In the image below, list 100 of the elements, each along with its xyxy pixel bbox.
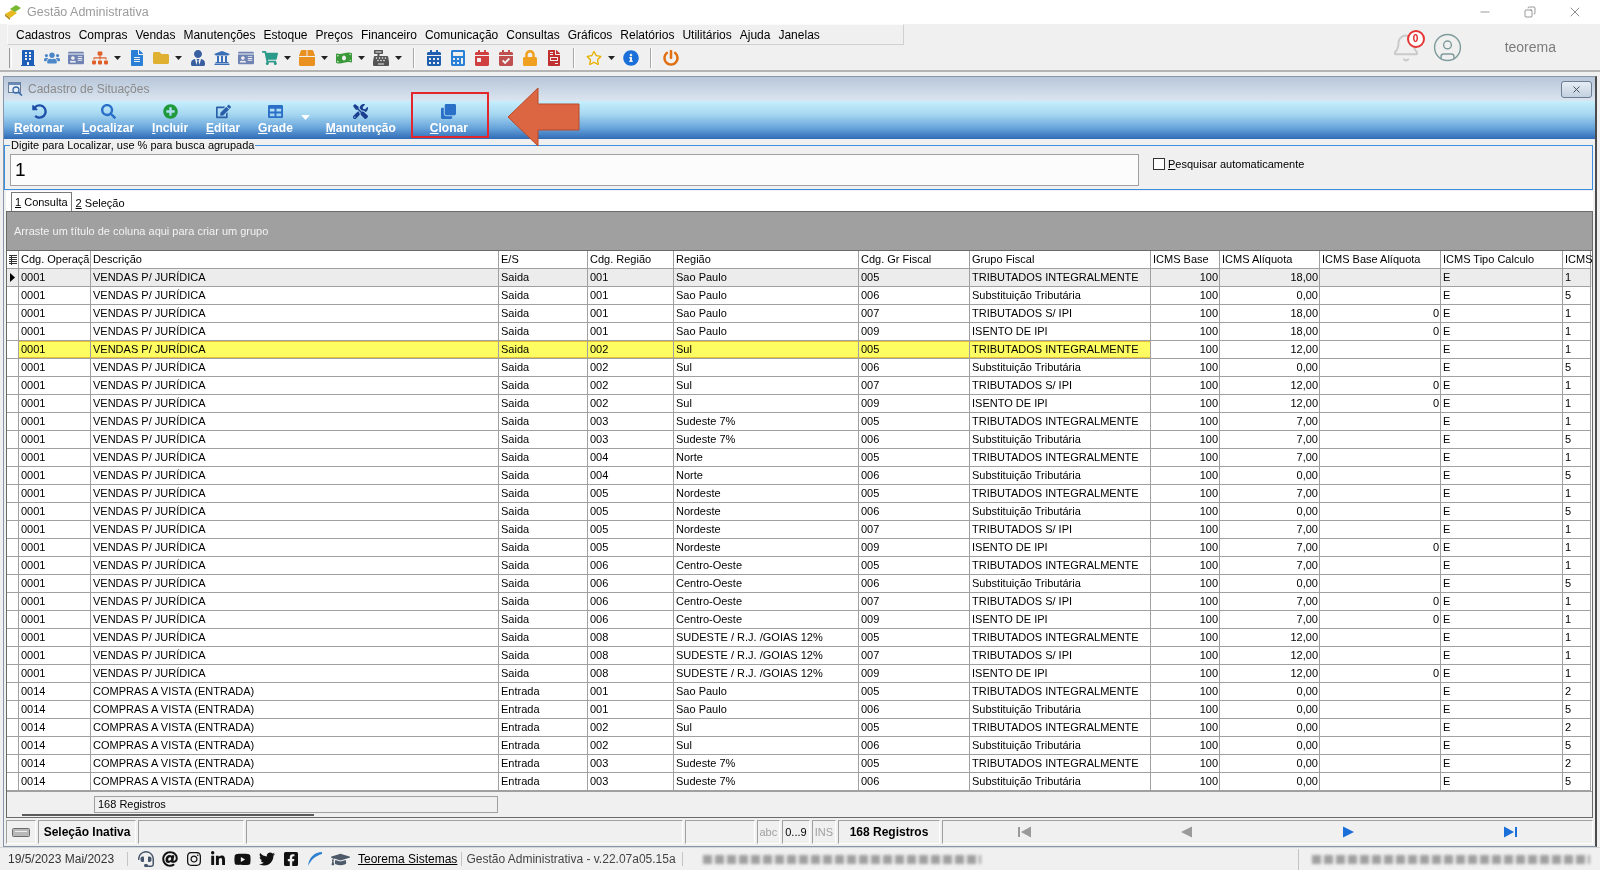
- close-button[interactable]: [1561, 80, 1592, 98]
- table-row[interactable]: 0001 VENDAS P/ JURÍDICA Saida 002 Sul 007 TRIBUTADOS S/ IPI 100 12,00 0 E 1: [7, 377, 1592, 395]
- table-row[interactable]: 0001 VENDAS P/ JURÍDICA Saida 006 Centro-Oeste 005 TRIBUTADOS INTEGRALMENTE 100 7,00 E 1: [7, 557, 1592, 575]
- menu-item[interactable]: Ajuda: [735, 25, 775, 44]
- money-icon[interactable]: [336, 49, 352, 66]
- facebook-icon[interactable]: [283, 851, 299, 867]
- table-row[interactable]: 0001 VENDAS P/ JURÍDICA Saida 006 Centro-Oeste 009 ISENTO DE IPI 100 7,00 0 E 1: [7, 611, 1592, 629]
- table-row[interactable]: 0001 VENDAS P/ JURÍDICA Saida 006 Centro-Oeste 006 Substituição Tributária 100 0,00 E 5: [7, 575, 1592, 593]
- caret-icon[interactable]: [395, 55, 402, 60]
- table-row[interactable]: 0014 COMPRAS A VISTA (ENTRADA) Entrada 001 Sao Paulo 006 Substituição Tributária 100 0,00 E 5: [7, 701, 1592, 719]
- twitter-icon[interactable]: [259, 851, 275, 867]
- calendar-check-icon[interactable]: [498, 49, 514, 66]
- info-icon[interactable]: [623, 49, 639, 66]
- menu-item[interactable]: Manutenções: [179, 25, 260, 44]
- document-icon[interactable]: [546, 49, 562, 66]
- linkedin-icon[interactable]: [210, 851, 226, 867]
- table-row[interactable]: 0001 VENDAS P/ JURÍDICA Saida 008 SUDESTE / R.J. /GOIAS 12% 009 ISENTO DE IPI 100 12,00 0 E 1: [7, 665, 1592, 683]
- calendar-icon[interactable]: [426, 49, 442, 66]
- table-row[interactable]: 0001 VENDAS P/ JURÍDICA Saida 003 Sudeste 7% 005 TRIBUTADOS INTEGRALMENTE 100 7,00 E 1: [7, 413, 1592, 431]
- menu-item[interactable]: Janelas: [774, 25, 824, 44]
- menu-item[interactable]: Cadastros: [12, 25, 75, 44]
- table-row[interactable]: 0001 VENDAS P/ JURÍDICA Saida 004 Norte 006 Substituição Tributária 100 0,00 E 5: [7, 467, 1592, 485]
- tab[interactable]: 2 Seleção: [71, 194, 129, 211]
- menu-item[interactable]: Financeiro: [356, 25, 421, 44]
- column-header[interactable]: Cdg. Operaçã: [19, 251, 91, 269]
- column-header[interactable]: Cdg. Região: [588, 251, 674, 269]
- table-row[interactable]: 0001 VENDAS P/ JURÍDICA Saida 008 SUDESTE / R.J. /GOIAS 12% 007 TRIBUTADOS S/ IPI 100 12,00 E 1: [7, 647, 1592, 665]
- grid-icon: [267, 104, 283, 119]
- column-header[interactable]: ICMS Alíquota: [1220, 251, 1320, 269]
- menu-item[interactable]: Estoque: [259, 25, 312, 44]
- table-row[interactable]: 0014 COMPRAS A VISTA (ENTRADA) Entrada 002 Sul 005 TRIBUTADOS INTEGRALMENTE 100 0,00 E 2: [7, 719, 1592, 737]
- table-row[interactable]: 0001 VENDAS P/ JURÍDICA Saida 001 Sao Paulo 006 Substituição Tributária 100 0,00 E 5: [7, 287, 1592, 305]
- table-row[interactable]: 0001 VENDAS P/ JURÍDICA Saida 003 Sudeste 7% 006 Substituição Tributária 100 7,00 E 5: [7, 431, 1592, 449]
- star-icon[interactable]: [586, 49, 602, 66]
- caret-icon[interactable]: [608, 55, 615, 60]
- next-record-icon[interactable]: [1342, 826, 1356, 838]
- id-card-icon[interactable]: [68, 49, 84, 66]
- table-row[interactable]: 0014 COMPRAS A VISTA (ENTRADA) Entrada 002 Sul 006 Substituição Tributária 100 0,00 E 5: [7, 737, 1592, 755]
- table-row[interactable]: 0014 COMPRAS A VISTA (ENTRADA) Entrada 003 Sudeste 7% 006 Substituição Tributária 100 0,00 E 5: [7, 773, 1592, 791]
- table-row[interactable]: 0014 COMPRAS A VISTA (ENTRADA) Entrada 001 Sao Paulo 005 TRIBUTADOS INTEGRALMENTE 100 0,00 E 2: [7, 683, 1592, 701]
- cart-icon[interactable]: [262, 49, 278, 66]
- table-row[interactable]: 0001 VENDAS P/ JURÍDICA Saida 001 Sao Paulo 007 TRIBUTADOS S/ IPI 100 18,00 0 E 1: [7, 305, 1592, 323]
- last-record-icon[interactable]: [1504, 826, 1518, 838]
- table-row[interactable]: 0001 VENDAS P/ JURÍDICA Saida 002 Sul 005 TRIBUTADOS INTEGRALMENTE 100 12,00 E 1: [7, 341, 1592, 359]
- headset-icon[interactable]: [138, 851, 154, 867]
- calendar-icon[interactable]: [474, 49, 490, 66]
- column-header[interactable]: ICMS: [1563, 251, 1591, 269]
- table-row[interactable]: 0001 VENDAS P/ JURÍDICA Saida 002 Sul 006 Substituição Tributária 100 0,00 E 5: [7, 359, 1592, 377]
- menu-item[interactable]: Gráficos: [563, 25, 617, 44]
- column-header[interactable]: Região: [674, 251, 859, 269]
- instagram-icon[interactable]: [186, 851, 202, 867]
- document-icon[interactable]: [129, 49, 145, 66]
- table-row[interactable]: 0001 VENDAS P/ JURÍDICA Saida 001 Sao Paulo 005 TRIBUTADOS INTEGRALMENTE 100 18,00 E 1: [7, 269, 1592, 287]
- auto-search-checkbox[interactable]: Pesquisar automaticamente: [1153, 158, 1305, 170]
- hierarchy-icon[interactable]: [92, 49, 108, 66]
- caret-icon[interactable]: [284, 55, 291, 60]
- menu-item[interactable]: Consultas: [502, 25, 564, 44]
- cash-register-icon[interactable]: [373, 49, 389, 66]
- caret-icon[interactable]: [114, 55, 121, 60]
- menu-item[interactable]: Preços: [311, 25, 357, 44]
- at-sign-icon[interactable]: [162, 851, 178, 867]
- table-row[interactable]: 0014 COMPRAS A VISTA (ENTRADA) Entrada 003 Sudeste 7% 005 TRIBUTADOS INTEGRALMENTE 100 0,00 E 2: [7, 755, 1592, 773]
- table-row[interactable]: 0001 VENDAS P/ JURÍDICA Saida 004 Norte 005 TRIBUTADOS INTEGRALMENTE 100 7,00 E 1: [7, 449, 1592, 467]
- checkbox-square[interactable]: [1153, 158, 1165, 170]
- calculator-icon[interactable]: [450, 49, 466, 66]
- building-icon[interactable]: [20, 49, 36, 66]
- person-icon[interactable]: [190, 49, 206, 66]
- bank-icon[interactable]: [214, 49, 230, 66]
- caret-icon[interactable]: [175, 55, 182, 60]
- column-header[interactable]: E/S: [499, 251, 588, 269]
- search-field[interactable]: 1: [10, 154, 1139, 186]
- power-icon[interactable]: [663, 49, 679, 66]
- column-header[interactable]: ICMS Base Alíquota: [1320, 251, 1441, 269]
- table-row[interactable]: 0001 VENDAS P/ JURÍDICA Saida 002 Sul 009 ISENTO DE IPI 100 12,00 0 E 1: [7, 395, 1592, 413]
- table-row[interactable]: 0001 VENDAS P/ JURÍDICA Saida 006 Centro-Oeste 007 TRIBUTADOS S/ IPI 100 7,00 0 E 1: [7, 593, 1592, 611]
- column-header[interactable]: Descrição: [91, 251, 499, 269]
- website-link[interactable]: Teorema Sistemas: [358, 852, 458, 866]
- table-row[interactable]: 0001 VENDAS P/ JURÍDICA Saida 001 Sao Paulo 009 ISENTO DE IPI 100 18,00 0 E 1: [7, 323, 1592, 341]
- menu-item[interactable]: Relatórios: [616, 25, 679, 44]
- column-header[interactable]: Cdg. Gr Fiscal: [859, 251, 970, 269]
- menu-item[interactable]: Vendas: [131, 25, 180, 44]
- menu-item[interactable]: Compras: [74, 25, 132, 44]
- caret-icon[interactable]: [358, 55, 365, 60]
- column-header[interactable]: ICMS Base: [1151, 251, 1220, 269]
- user-avatar-icon[interactable]: [1431, 31, 1463, 63]
- table-row[interactable]: 0001 VENDAS P/ JURÍDICA Saida 005 Nordeste 007 TRIBUTADOS S/ IPI 100 7,00 E 1: [7, 521, 1592, 539]
- swoosh-logo-icon[interactable]: [307, 851, 323, 867]
- table-row[interactable]: 0001 VENDAS P/ JURÍDICA Saida 005 Nordeste 009 ISENTO DE IPI 100 7,00 0 E 1: [7, 539, 1592, 557]
- tab[interactable]: 1 Consulta: [11, 192, 72, 211]
- menu-item[interactable]: Utilitários: [678, 25, 736, 44]
- table-row[interactable]: 0001 VENDAS P/ JURÍDICA Saida 005 Nordeste 006 Substituição Tributária 100 0,00 E 5: [7, 503, 1592, 521]
- table-row[interactable]: 0001 VENDAS P/ JURÍDICA Saida 005 Nordeste 005 TRIBUTADOS INTEGRALMENTE 100 7,00 E 1: [7, 485, 1592, 503]
- list-icon[interactable]: [8, 254, 17, 265]
- id-card-icon[interactable]: [238, 49, 254, 66]
- table-row[interactable]: 0001 VENDAS P/ JURÍDICA Saida 008 SUDESTE / R.J. /GOIAS 12% 005 TRIBUTADOS INTEGRALMENTE 100 12,00 E 1: [7, 629, 1592, 647]
- column-header[interactable]: ICMS Tipo Calculo: [1441, 251, 1563, 269]
- menu-item[interactable]: Comunicação: [420, 25, 503, 44]
- box-icon[interactable]: [299, 49, 315, 66]
- column-header[interactable]: Grupo Fiscal: [970, 251, 1151, 269]
- caret-icon[interactable]: [321, 55, 328, 60]
